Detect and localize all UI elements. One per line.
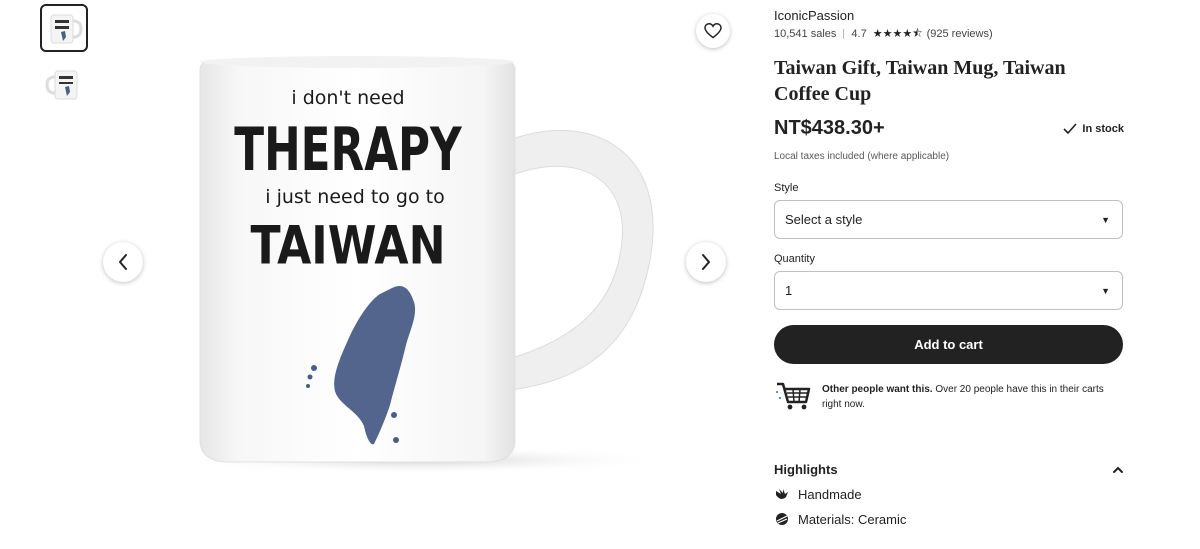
style-select-value: Select a style — [785, 212, 863, 227]
quantity-label: Quantity — [774, 253, 815, 265]
star-icon: ★ — [902, 27, 913, 40]
previous-image-button[interactable] — [103, 242, 143, 282]
caret-down-icon: ▼ — [1101, 285, 1110, 296]
shop-name-link[interactable]: IconicPassion — [774, 8, 1124, 24]
rating-value: 4.7 — [851, 28, 867, 40]
quantity-select[interactable]: 1 ▼ — [774, 271, 1123, 310]
price: NT$438.30+ — [774, 117, 885, 139]
mug-text-line3: i just need to go to — [265, 186, 444, 208]
buy-box: IconicPassion 10,541 sales 4.7 ★ ★ ★ ★ ⯪… — [774, 0, 1124, 527]
demand-notice: Other people want this. Over 20 people h… — [774, 378, 1124, 412]
stock-status: In stock — [1063, 123, 1124, 135]
chevron-left-icon — [119, 254, 127, 270]
caret-down-icon: ▼ — [1101, 214, 1110, 225]
chevron-up-icon — [1113, 466, 1123, 473]
reviews-link[interactable]: (925 reviews) — [927, 27, 993, 41]
mug-text-line1: i don't need — [291, 87, 404, 109]
highlight-item: Handmade — [774, 486, 1124, 502]
tax-note: Local taxes included (where applicable) — [774, 151, 950, 162]
cart-icon — [776, 382, 811, 410]
style-label: Style — [774, 182, 799, 194]
chevron-right-icon — [702, 254, 710, 270]
quantity-select-value: 1 — [785, 283, 793, 298]
highlight-item: Materials: Ceramic — [774, 511, 1124, 527]
style-select[interactable]: Select a style ▼ — [774, 200, 1123, 239]
heart-icon — [704, 23, 722, 39]
demand-text: Other people want this. Over 20 people h… — [822, 382, 1122, 412]
star-icon: ★ — [892, 27, 903, 40]
mug-text-line2: THERAPY — [234, 115, 462, 184]
highlights-header[interactable]: Highlights — [774, 462, 1124, 477]
thumbnail-strip — [40, 4, 90, 116]
mug-thumbnail-icon — [45, 70, 78, 100]
half-star-icon: ⯪ — [912, 27, 923, 40]
mug-image: i don't need THERAPY i just need to go t… — [170, 56, 670, 474]
star-rating[interactable]: ★ ★ ★ ★ ⯪ — [872, 27, 923, 40]
materials-icon — [774, 511, 790, 527]
demand-text-bold: Other people want this. — [822, 384, 933, 395]
star-icon: ★ — [872, 27, 883, 40]
mug-thumbnail-icon — [50, 14, 83, 44]
sales-count: 10,541 sales — [774, 28, 837, 40]
shop-meta: 10,541 sales 4.7 ★ ★ ★ ★ ⯪ (925 reviews) — [774, 27, 1124, 41]
main-image-gallery: i don't need THERAPY i just need to go t… — [100, 0, 740, 549]
meta-divider — [843, 29, 845, 39]
highlight-label: Materials: Ceramic — [798, 511, 907, 527]
stock-label: In stock — [1082, 122, 1124, 135]
price-row: NT$438.30+ In stock — [774, 117, 1124, 140]
thumbnail-2[interactable] — [40, 60, 88, 108]
thumbnail-1[interactable] — [40, 4, 88, 52]
listing-title: Taiwan Gift, Taiwan Mug, Taiwan Coffee C… — [774, 57, 1066, 105]
favorite-button[interactable] — [696, 14, 730, 48]
next-image-button[interactable] — [686, 242, 726, 282]
highlight-label: Handmade — [798, 486, 862, 502]
highlights-title: Highlights — [774, 462, 838, 477]
mug-text-line4: TAIWAN — [250, 216, 445, 277]
check-icon — [1063, 122, 1078, 134]
add-to-cart-button[interactable]: Add to cart — [774, 325, 1123, 364]
hand-icon — [774, 486, 790, 502]
star-icon: ★ — [882, 27, 893, 40]
